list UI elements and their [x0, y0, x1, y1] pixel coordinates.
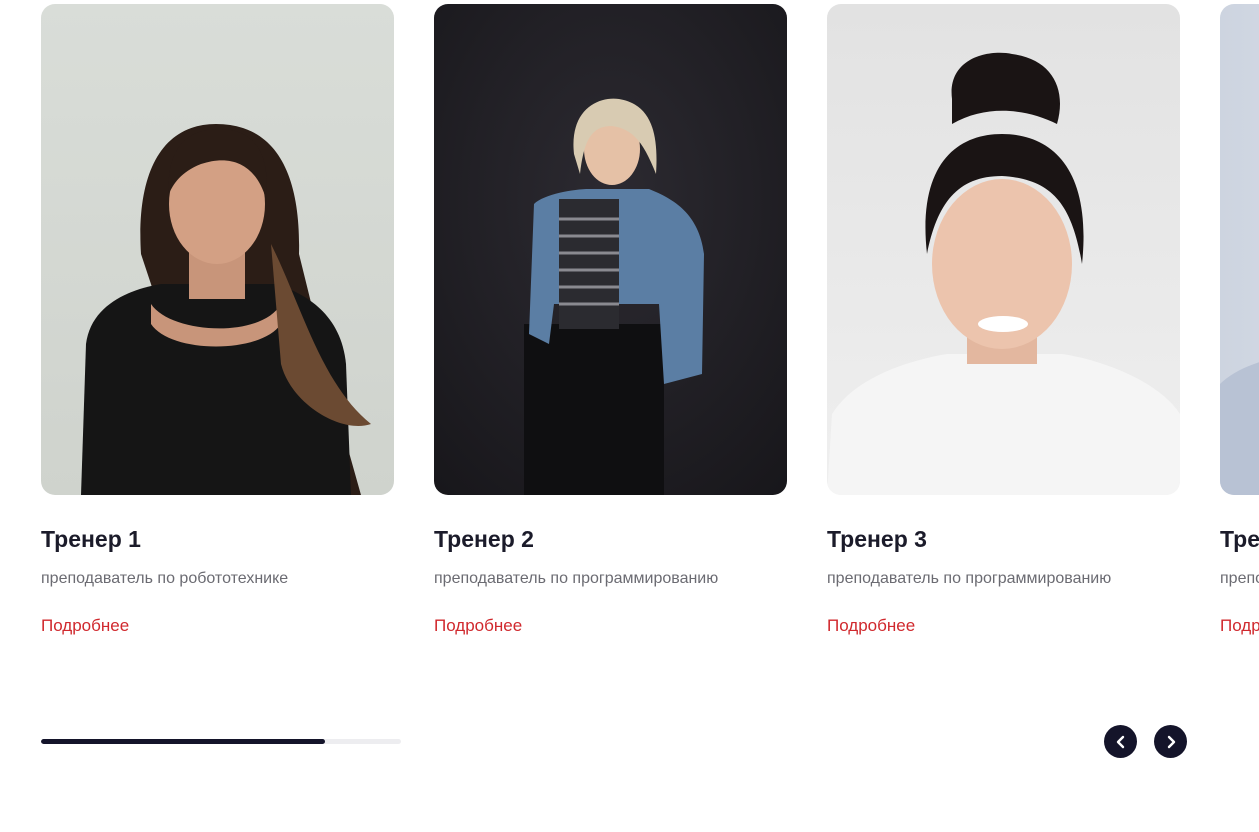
trainer-more-link[interactable]: Подробнее — [827, 615, 915, 637]
trainer-card: Тренер 3 преподаватель по программирован… — [827, 4, 1180, 637]
chevron-right-icon — [1167, 735, 1175, 748]
trainer-photo — [1220, 4, 1259, 495]
trainer-photo — [434, 4, 787, 495]
trainer-photo — [827, 4, 1180, 495]
trainer-more-link[interactable]: Подробнее — [1220, 615, 1259, 637]
trainer-role: преподаватель по программированию — [1220, 570, 1259, 587]
trainer-name: Тренер 2 — [434, 526, 534, 552]
trainer-photo-image — [434, 4, 787, 495]
trainer-card: Тренер 2 преподаватель по программирован… — [434, 4, 787, 637]
trainer-photo-image — [827, 4, 1180, 495]
slider-next-button[interactable] — [1154, 725, 1187, 758]
trainer-card: Тренер 1 преподаватель по робототехнике … — [41, 4, 394, 637]
trainer-photo — [41, 4, 394, 495]
trainers-slider: Тренер 1 преподаватель по робототехнике … — [0, 0, 1259, 832]
slider-prev-button[interactable] — [1104, 725, 1137, 758]
trainer-more-link[interactable]: Подробнее — [434, 615, 522, 637]
trainer-role: преподаватель по программированию — [827, 570, 1112, 587]
trainer-name: Тренер 3 — [827, 526, 927, 552]
trainer-card: Тренер 4 преподаватель по программирован… — [1220, 4, 1259, 637]
chevron-left-icon — [1116, 735, 1124, 748]
trainer-role: преподаватель по робототехнике — [41, 570, 289, 587]
trainer-name: Тренер 4 — [1220, 526, 1259, 552]
trainer-role: преподаватель по программированию — [434, 570, 719, 587]
trainer-name: Тренер 1 — [41, 526, 141, 552]
slider-track[interactable]: Тренер 1 преподаватель по робототехнике … — [41, 4, 1259, 637]
trainer-photo-image — [1220, 4, 1259, 495]
trainer-photo-image — [41, 4, 394, 495]
slider-progress-bar[interactable] — [41, 739, 401, 744]
trainer-more-link[interactable]: Подробнее — [41, 615, 129, 637]
slider-progress-fill — [41, 739, 326, 744]
